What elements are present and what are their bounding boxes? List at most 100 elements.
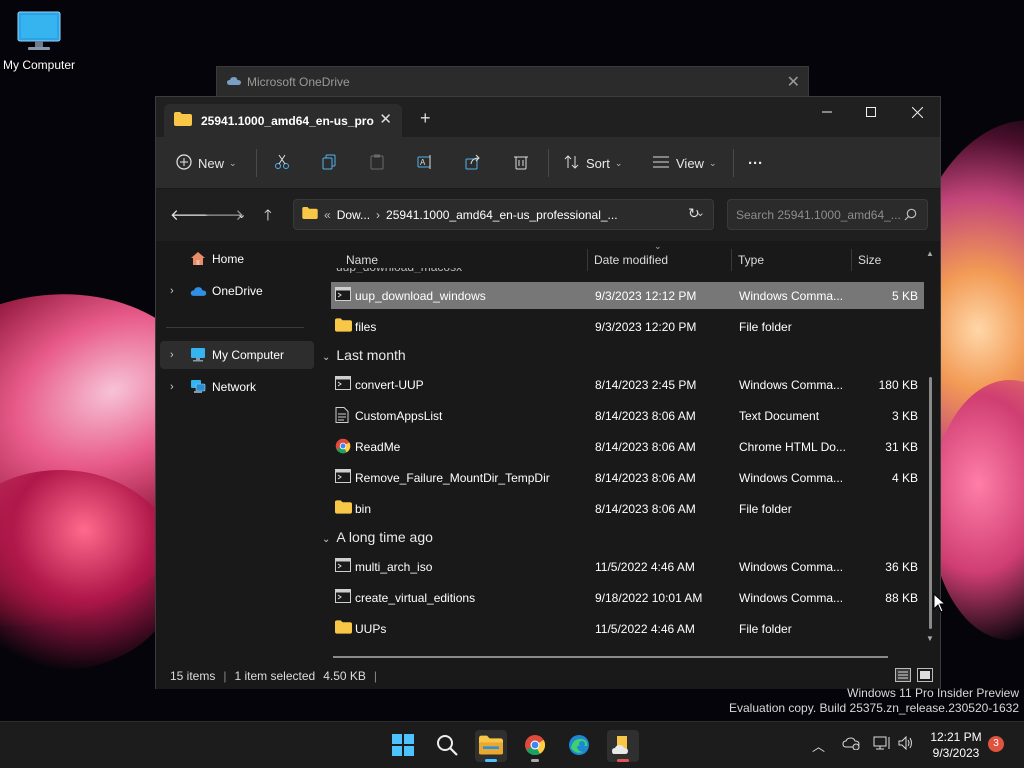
folder-icon xyxy=(335,500,352,517)
status-separator: | xyxy=(223,669,227,683)
chevron-right-icon[interactable]: › xyxy=(170,349,174,361)
chevron-right-icon[interactable]: › xyxy=(170,381,174,393)
refresh-icon[interactable]: ↻ xyxy=(688,205,700,222)
file-size: 180 KB xyxy=(878,378,918,392)
scroll-down-arrow-icon[interactable]: ▼ xyxy=(926,634,934,643)
desktop-icon-my-computer[interactable]: My Computer xyxy=(0,8,78,72)
breadcrumb-current[interactable]: 25941.1000_amd64_en-us_professional_... xyxy=(386,208,618,222)
taskbar-file-explorer[interactable] xyxy=(475,730,507,762)
onedrive-window-title: Microsoft OneDrive xyxy=(247,75,350,89)
file-date: 8/14/2023 8:06 AM xyxy=(595,502,696,516)
copy-button[interactable] xyxy=(321,151,337,175)
notification-badge[interactable]: 3 xyxy=(988,736,1004,752)
file-row[interactable]: create_virtual_editions 9/18/2022 10:01 A… xyxy=(331,584,924,611)
tab-bar: 25941.1000_amd64_en-us_pro ✕ + xyxy=(156,97,940,137)
horizontal-scrollbar[interactable] xyxy=(333,656,888,658)
selection-count: 1 item selected xyxy=(234,669,316,683)
scroll-up-arrow-icon[interactable]: ▲ xyxy=(926,249,934,258)
delete-button[interactable] xyxy=(513,151,529,175)
breadcrumb-downloads[interactable]: Dow... xyxy=(337,208,370,222)
close-button[interactable] xyxy=(894,97,940,127)
column-divider[interactable] xyxy=(587,249,588,271)
chevron-right-icon[interactable]: › xyxy=(170,285,174,297)
address-bar[interactable]: « Dow... › 25941.1000_amd64_en-us_profes… xyxy=(293,199,714,230)
nav-item-network[interactable]: › Network xyxy=(160,373,314,401)
rename-button[interactable]: A xyxy=(417,151,433,175)
vertical-scrollbar[interactable]: ▲ ▼ xyxy=(926,249,934,643)
details-view-icon[interactable] xyxy=(895,668,911,682)
column-header-size[interactable]: Size xyxy=(858,253,881,267)
volume-icon[interactable] xyxy=(898,735,914,753)
more-options-button[interactable]: ··· xyxy=(748,151,763,175)
file-type: Windows Comma... xyxy=(739,471,844,485)
group-header[interactable]: ⌄ A long time ago xyxy=(322,529,433,545)
taskbar-onedrive-app[interactable] xyxy=(607,730,639,762)
file-row[interactable]: files 9/3/2023 12:20 PM File folder xyxy=(331,313,924,340)
maximize-button[interactable] xyxy=(848,97,894,127)
large-icons-view-icon[interactable] xyxy=(917,668,933,682)
command-bar: New ⌄ A Sort ⌄ View ⌄ ··· xyxy=(156,137,940,189)
file-row[interactable]: CustomAppsList 8/14/2023 8:06 AM Text Docu… xyxy=(331,402,924,429)
cmd-icon xyxy=(335,589,351,606)
file-row[interactable]: uup_download_windows 9/3/2023 12:12 PM Win… xyxy=(331,282,924,309)
file-type: Windows Comma... xyxy=(739,289,844,303)
taskbar-edge[interactable] xyxy=(563,730,595,762)
new-tab-icon[interactable]: + xyxy=(420,108,431,129)
file-explorer-window[interactable]: 25941.1000_amd64_en-us_pro ✕ + New ⌄ A S… xyxy=(155,96,941,689)
file-row[interactable]: Remove_Failure_MountDir_TempDir 8/14/2023… xyxy=(331,464,924,491)
status-separator: | xyxy=(373,669,378,683)
explorer-tab[interactable]: 25941.1000_amd64_en-us_pro ✕ xyxy=(164,104,402,137)
column-header-name[interactable]: Name xyxy=(346,253,378,267)
share-button[interactable] xyxy=(465,151,481,175)
toolbar-divider xyxy=(548,149,549,177)
nav-item-label: Network xyxy=(212,380,257,394)
network-status-icon[interactable] xyxy=(873,736,891,754)
file-name: files xyxy=(355,320,377,334)
onedrive-window[interactable]: Microsoft OneDrive ✕ xyxy=(216,66,809,98)
file-name: CustomAppsList xyxy=(355,409,443,423)
view-button[interactable]: View ⌄ xyxy=(652,151,717,175)
sort-button[interactable]: Sort ⌄ xyxy=(564,151,622,175)
column-header-date[interactable]: Date modified xyxy=(594,253,668,267)
up-arrow-icon[interactable]: 🡑 xyxy=(264,205,272,230)
tab-close-icon[interactable]: ✕ xyxy=(379,110,392,128)
group-header[interactable]: ⌄ Last month xyxy=(322,347,406,363)
folder-icon xyxy=(335,318,352,335)
file-row[interactable]: convert-UUP 8/14/2023 2:45 PM Windows Comm… xyxy=(331,371,924,398)
cut-button[interactable] xyxy=(274,151,290,175)
file-row[interactable]: bin 8/14/2023 8:06 AM File folder xyxy=(331,495,924,522)
column-divider[interactable] xyxy=(731,249,732,271)
search-input[interactable]: Search 25941.1000_amd64_... xyxy=(727,199,928,230)
file-size: 88 KB xyxy=(885,591,918,605)
breadcrumb-separator-icon: › xyxy=(376,207,381,222)
toolbar-divider xyxy=(733,149,734,177)
nav-item-onedrive[interactable]: › OneDrive xyxy=(160,277,314,305)
file-row[interactable]: multi_arch_iso 11/5/2022 4:46 AM Windows C… xyxy=(331,553,924,580)
new-label: New xyxy=(198,155,225,171)
taskbar-chrome[interactable] xyxy=(519,730,551,762)
search-button[interactable] xyxy=(431,730,463,762)
minimize-button[interactable] xyxy=(804,97,850,127)
system-clock[interactable]: 12:21 PM 9/3/2023 xyxy=(916,729,996,761)
nav-item-home[interactable]: Home xyxy=(160,245,314,273)
column-divider[interactable] xyxy=(851,249,852,271)
paste-button[interactable] xyxy=(369,151,385,175)
breadcrumb-overflow[interactable]: « xyxy=(324,208,331,222)
column-header-type[interactable]: Type xyxy=(738,253,764,267)
recent-locations-chevron-icon[interactable]: ⌄ xyxy=(237,208,246,221)
file-row[interactable]: UUPs 11/5/2022 4:46 AM File folder xyxy=(331,615,924,642)
new-button[interactable]: New ⌄ xyxy=(176,151,237,175)
clock-time: 12:21 PM xyxy=(930,730,982,744)
onedrive-status-icon[interactable] xyxy=(842,736,860,753)
onedrive-close-icon[interactable]: ✕ xyxy=(787,72,800,92)
taskbar: ︿ 12:21 PM 9/3/2023 3 xyxy=(0,721,1024,768)
start-button[interactable] xyxy=(387,730,419,762)
mouse-cursor-icon xyxy=(933,593,945,613)
nav-item-my-computer[interactable]: › My Computer xyxy=(160,341,314,369)
active-indicator xyxy=(617,759,629,762)
file-row[interactable]: ReadMe 8/14/2023 8:06 AM Chrome HTML Do...… xyxy=(331,433,924,460)
show-hidden-icons-chevron-icon[interactable]: ︿ xyxy=(812,736,825,755)
tab-title: 25941.1000_amd64_en-us_pro xyxy=(201,113,374,128)
file-size: 31 KB xyxy=(885,440,918,454)
scrollbar-thumb[interactable] xyxy=(929,377,932,629)
